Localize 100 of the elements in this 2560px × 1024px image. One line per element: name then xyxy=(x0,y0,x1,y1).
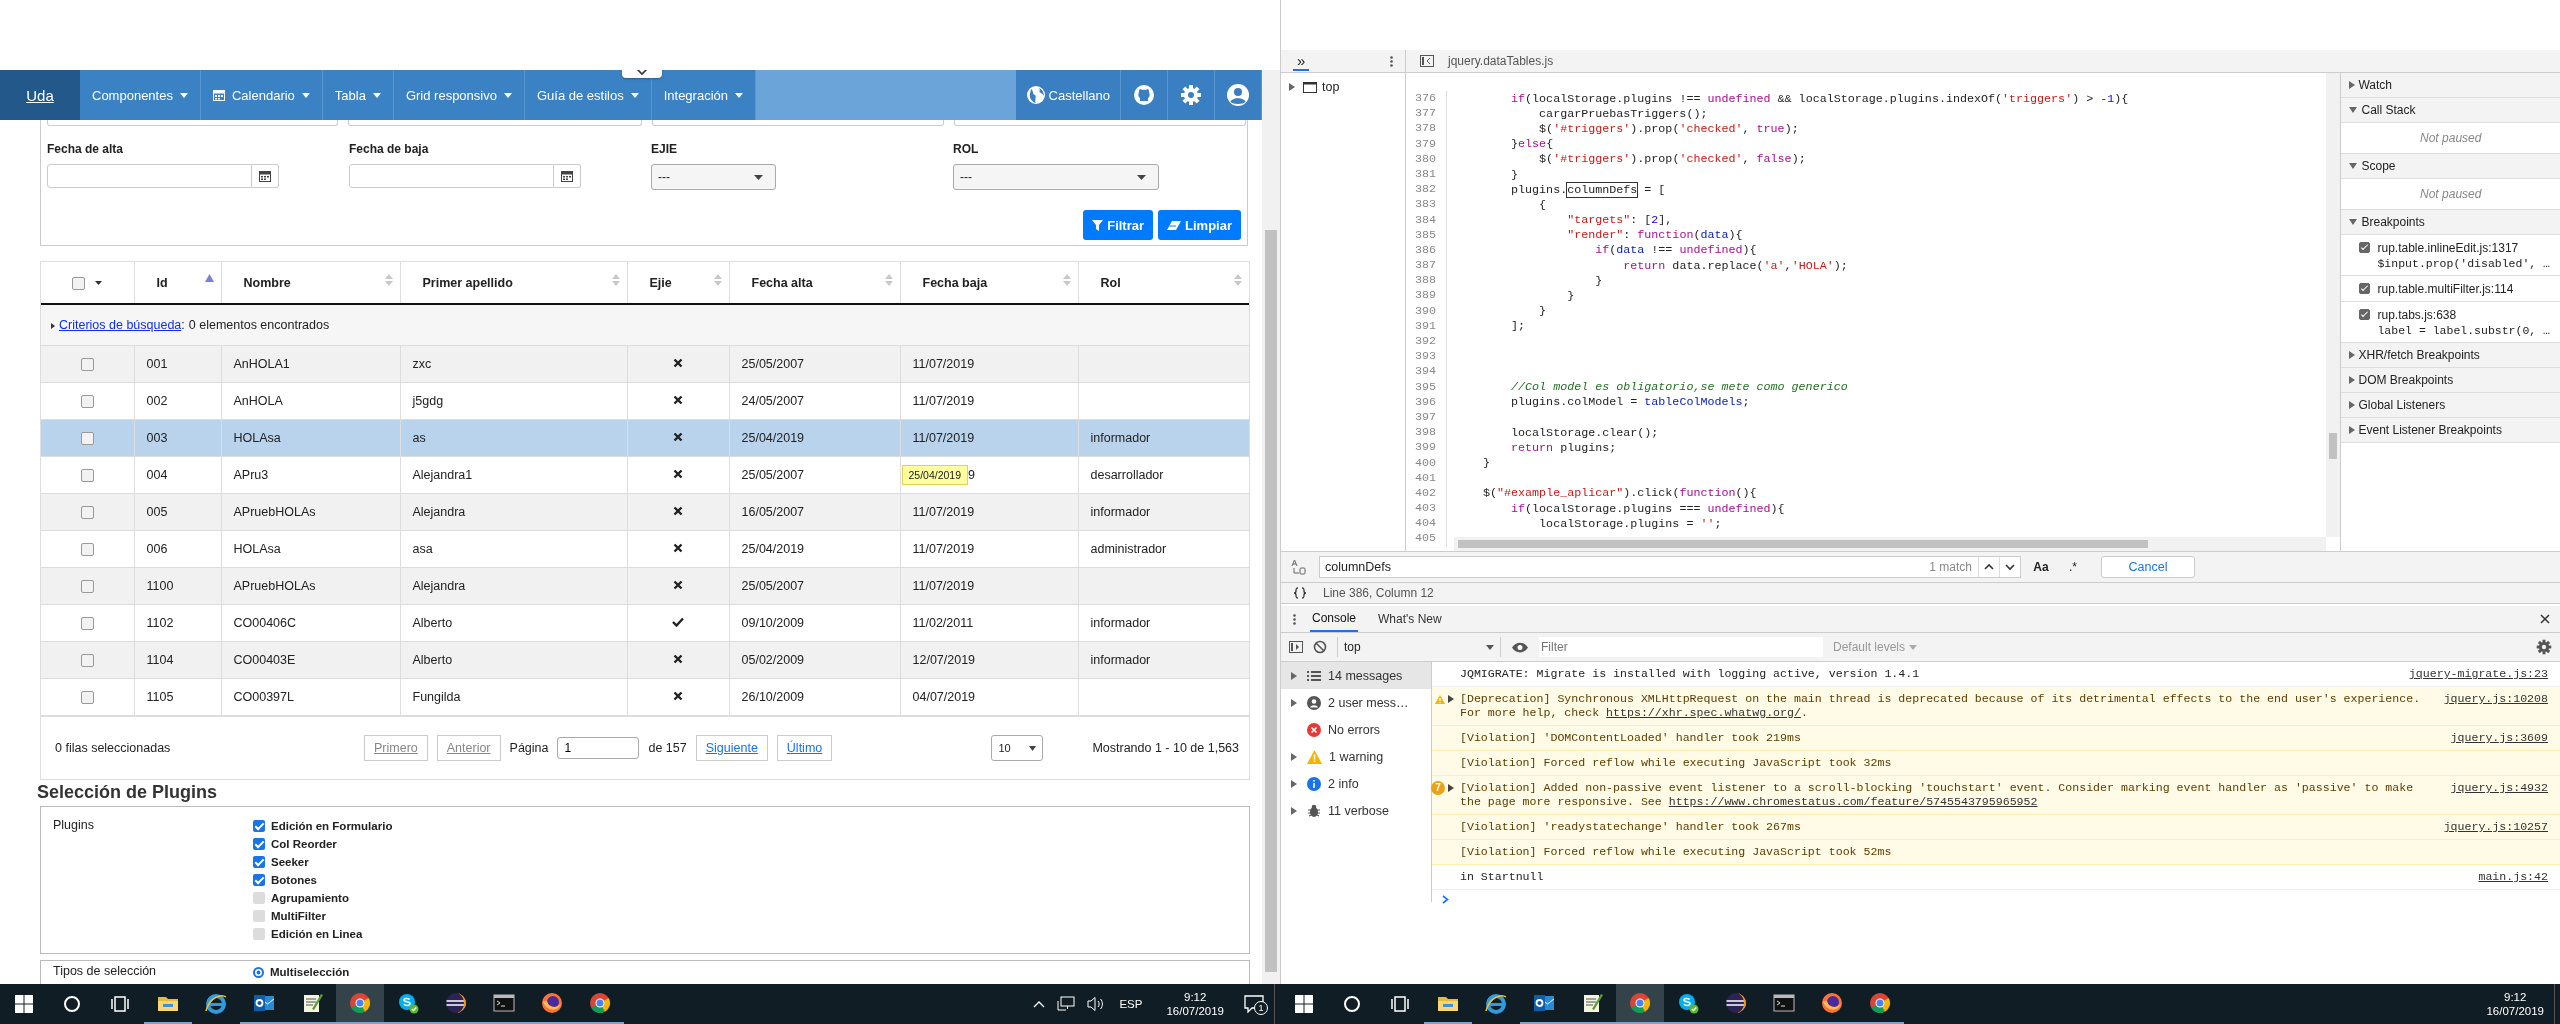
brand-link[interactable]: Uda xyxy=(0,70,80,120)
select-field[interactable]: --- xyxy=(953,164,1159,190)
row-checkbox[interactable] xyxy=(80,543,94,557)
plugin-checkbox[interactable]: Col Reorder xyxy=(253,836,393,852)
language-indicator[interactable]: ESP xyxy=(1119,998,1143,1010)
clock[interactable]: 9:12 16/07/2019 xyxy=(1166,991,1224,1017)
table-row[interactable]: 1100 APruebHOLAs Alejandra 25/05/2007 11/07/2019 xyxy=(41,567,1249,605)
row-checkbox[interactable] xyxy=(80,395,94,409)
row-checkbox[interactable] xyxy=(80,432,94,446)
page-input[interactable]: 1 xyxy=(557,737,640,759)
table-row[interactable]: 1102 CO00406C Alberto 09/10/2009 11/02/2011 informador xyxy=(41,604,1249,642)
browser-icon[interactable] xyxy=(1868,991,1892,1015)
nav-menu[interactable]: Guía de estilos xyxy=(524,70,652,120)
file-tab[interactable]: jquery.dataTables.js xyxy=(1448,54,1554,68)
sphere-icon[interactable] xyxy=(444,991,468,1015)
table-row[interactable]: 003 HOLAsa as 25/04/2019 11/07/2019 informador xyxy=(41,419,1249,457)
filter-field[interactable]: Filter xyxy=(1539,637,1823,657)
plugin-checkbox[interactable]: Seeker xyxy=(253,854,393,870)
page-size-select[interactable]: 10 xyxy=(991,735,1044,761)
nav-menu[interactable]: Grid responsivo xyxy=(393,70,525,120)
clear-button[interactable]: Limpiar xyxy=(1158,210,1241,240)
browser-icon[interactable] xyxy=(348,991,372,1015)
message-icon[interactable] xyxy=(1244,995,1264,1013)
date-field[interactable] xyxy=(47,164,252,188)
browser-icon[interactable] xyxy=(588,991,612,1015)
braces-icon[interactable] xyxy=(1293,587,1307,599)
breakpoint-item[interactable]: rup.table.multiFilter.js:114 xyxy=(2341,276,2560,302)
sidebar-toggle-icon[interactable] xyxy=(1289,641,1303,653)
row-checkbox[interactable] xyxy=(80,617,94,631)
table-row[interactable]: 1105 CO00397L Fungilda 26/10/2009 04/07/2019 xyxy=(41,678,1249,716)
plugin-checkbox[interactable]: Edición en Formulario xyxy=(253,818,393,834)
console-filter-item[interactable]: 2 info xyxy=(1281,770,1431,797)
pane-header[interactable]: XHR/fetch Breakpoints xyxy=(2341,343,2560,368)
chat-icon[interactable] xyxy=(396,991,420,1015)
plugin-checkbox[interactable]: MultiFilter xyxy=(253,908,393,924)
source-link[interactable]: jquery.js:10257 xyxy=(2443,820,2548,834)
input-field[interactable] xyxy=(348,120,642,126)
table-row[interactable]: 001 AnHOLA1 zxc 25/05/2007 11/07/2019 xyxy=(41,345,1249,383)
pane-header[interactable]: Call Stack xyxy=(2341,98,2560,123)
terminal-icon[interactable] xyxy=(1772,991,1796,1015)
nav-menu[interactable]: Calendario xyxy=(200,70,323,120)
console-filter-item[interactable]: 1 warning xyxy=(1281,743,1431,770)
pager-button[interactable]: Siguiente xyxy=(695,735,768,761)
prompt-icon[interactable] xyxy=(1442,894,1449,904)
plugin-checkbox[interactable]: Agrupamiento xyxy=(253,890,393,906)
console-filter-item[interactable]: 14 messages xyxy=(1281,662,1431,689)
pane-header[interactable]: DOM Breakpoints xyxy=(2341,368,2560,393)
row-checkbox[interactable] xyxy=(80,580,94,594)
more-options-icon[interactable] xyxy=(1293,613,1296,625)
row-checkbox[interactable] xyxy=(80,469,94,483)
filter-button[interactable]: Filtrar xyxy=(1083,210,1154,240)
expand-icon[interactable] xyxy=(1448,784,1454,792)
scrollbar[interactable] xyxy=(1262,70,1280,984)
browser-icon[interactable] xyxy=(1484,992,1508,1016)
browser-icon[interactable] xyxy=(540,991,564,1015)
pane-header[interactable]: Event Listener Breakpoints xyxy=(2341,418,2560,443)
pane-header[interactable]: Global Listeners xyxy=(2341,393,2560,418)
console-filter-item[interactable]: 2 user mess… xyxy=(1281,689,1431,716)
console-filter-item[interactable]: No errors xyxy=(1281,716,1431,743)
source-link[interactable]: main.js:42 xyxy=(2478,870,2548,884)
input-field[interactable] xyxy=(47,120,338,126)
source-link[interactable]: jquery.js:3609 xyxy=(2450,731,2548,745)
nav-menu[interactable]: Componentes xyxy=(80,70,201,120)
scrollbar[interactable] xyxy=(1453,537,2327,551)
more-options-icon[interactable] xyxy=(1390,55,1393,67)
pane-header[interactable]: Scope xyxy=(2341,154,2560,179)
console-filter-item[interactable]: 11 verbose xyxy=(1281,797,1431,824)
frame-node[interactable]: top xyxy=(1281,77,1405,97)
table-row[interactable]: 004 APru3 Alejandra1 25/05/2007 25/04/2019 9 desarrollador xyxy=(41,456,1249,494)
sphere-icon[interactable] xyxy=(1724,991,1748,1015)
more-tabs-button[interactable]: » xyxy=(1293,51,1310,71)
windows-icon[interactable] xyxy=(12,992,36,1016)
calendar-button[interactable] xyxy=(252,164,279,188)
breakpoint-item[interactable]: rup.table.inlineEdit.js:1317 $input.prop('disabled', … xyxy=(2341,235,2560,276)
search-field[interactable]: columnDefs 1 match xyxy=(1319,556,2021,578)
nav-menu[interactable]: Integración xyxy=(651,70,756,120)
drawer-tab[interactable]: What's New xyxy=(1376,606,1444,632)
browser-icon[interactable] xyxy=(1628,991,1652,1015)
settings-icon[interactable] xyxy=(2536,639,2552,655)
match-case-button[interactable]: Aa xyxy=(2029,560,2053,574)
select-all-checkbox[interactable] xyxy=(72,276,86,290)
pane-header[interactable]: Breakpoints xyxy=(2341,210,2560,235)
row-checkbox[interactable] xyxy=(80,654,94,668)
browser-icon[interactable] xyxy=(204,992,228,1016)
eye-icon[interactable] xyxy=(1511,641,1529,653)
pane-header[interactable]: Watch xyxy=(2341,73,2560,98)
caret-icon[interactable] xyxy=(95,281,103,286)
row-checkbox[interactable] xyxy=(80,358,94,372)
expand-icon[interactable] xyxy=(1448,695,1454,703)
row-checkbox[interactable] xyxy=(80,506,94,520)
expand-icon[interactable] xyxy=(51,322,55,329)
source-link[interactable]: jquery-migrate.js:23 xyxy=(2408,667,2548,681)
toggle-navigator-icon[interactable] xyxy=(1420,55,1434,67)
radio-option[interactable]: Multiselección xyxy=(253,964,350,981)
table-row[interactable]: 002 AnHOLA j5gdg 24/05/2007 11/07/2019 xyxy=(41,382,1249,420)
cancel-button[interactable]: Cancel xyxy=(2101,556,2195,578)
volume-icon[interactable] xyxy=(1087,996,1106,1012)
table-row[interactable]: 006 HOLAsa asa 25/04/2019 11/07/2019 administrador xyxy=(41,530,1249,568)
plugin-checkbox[interactable]: Botones xyxy=(253,872,393,888)
table-row[interactable]: 1104 CO00403E Alberto 05/02/2009 12/07/2019 informador xyxy=(41,641,1249,679)
